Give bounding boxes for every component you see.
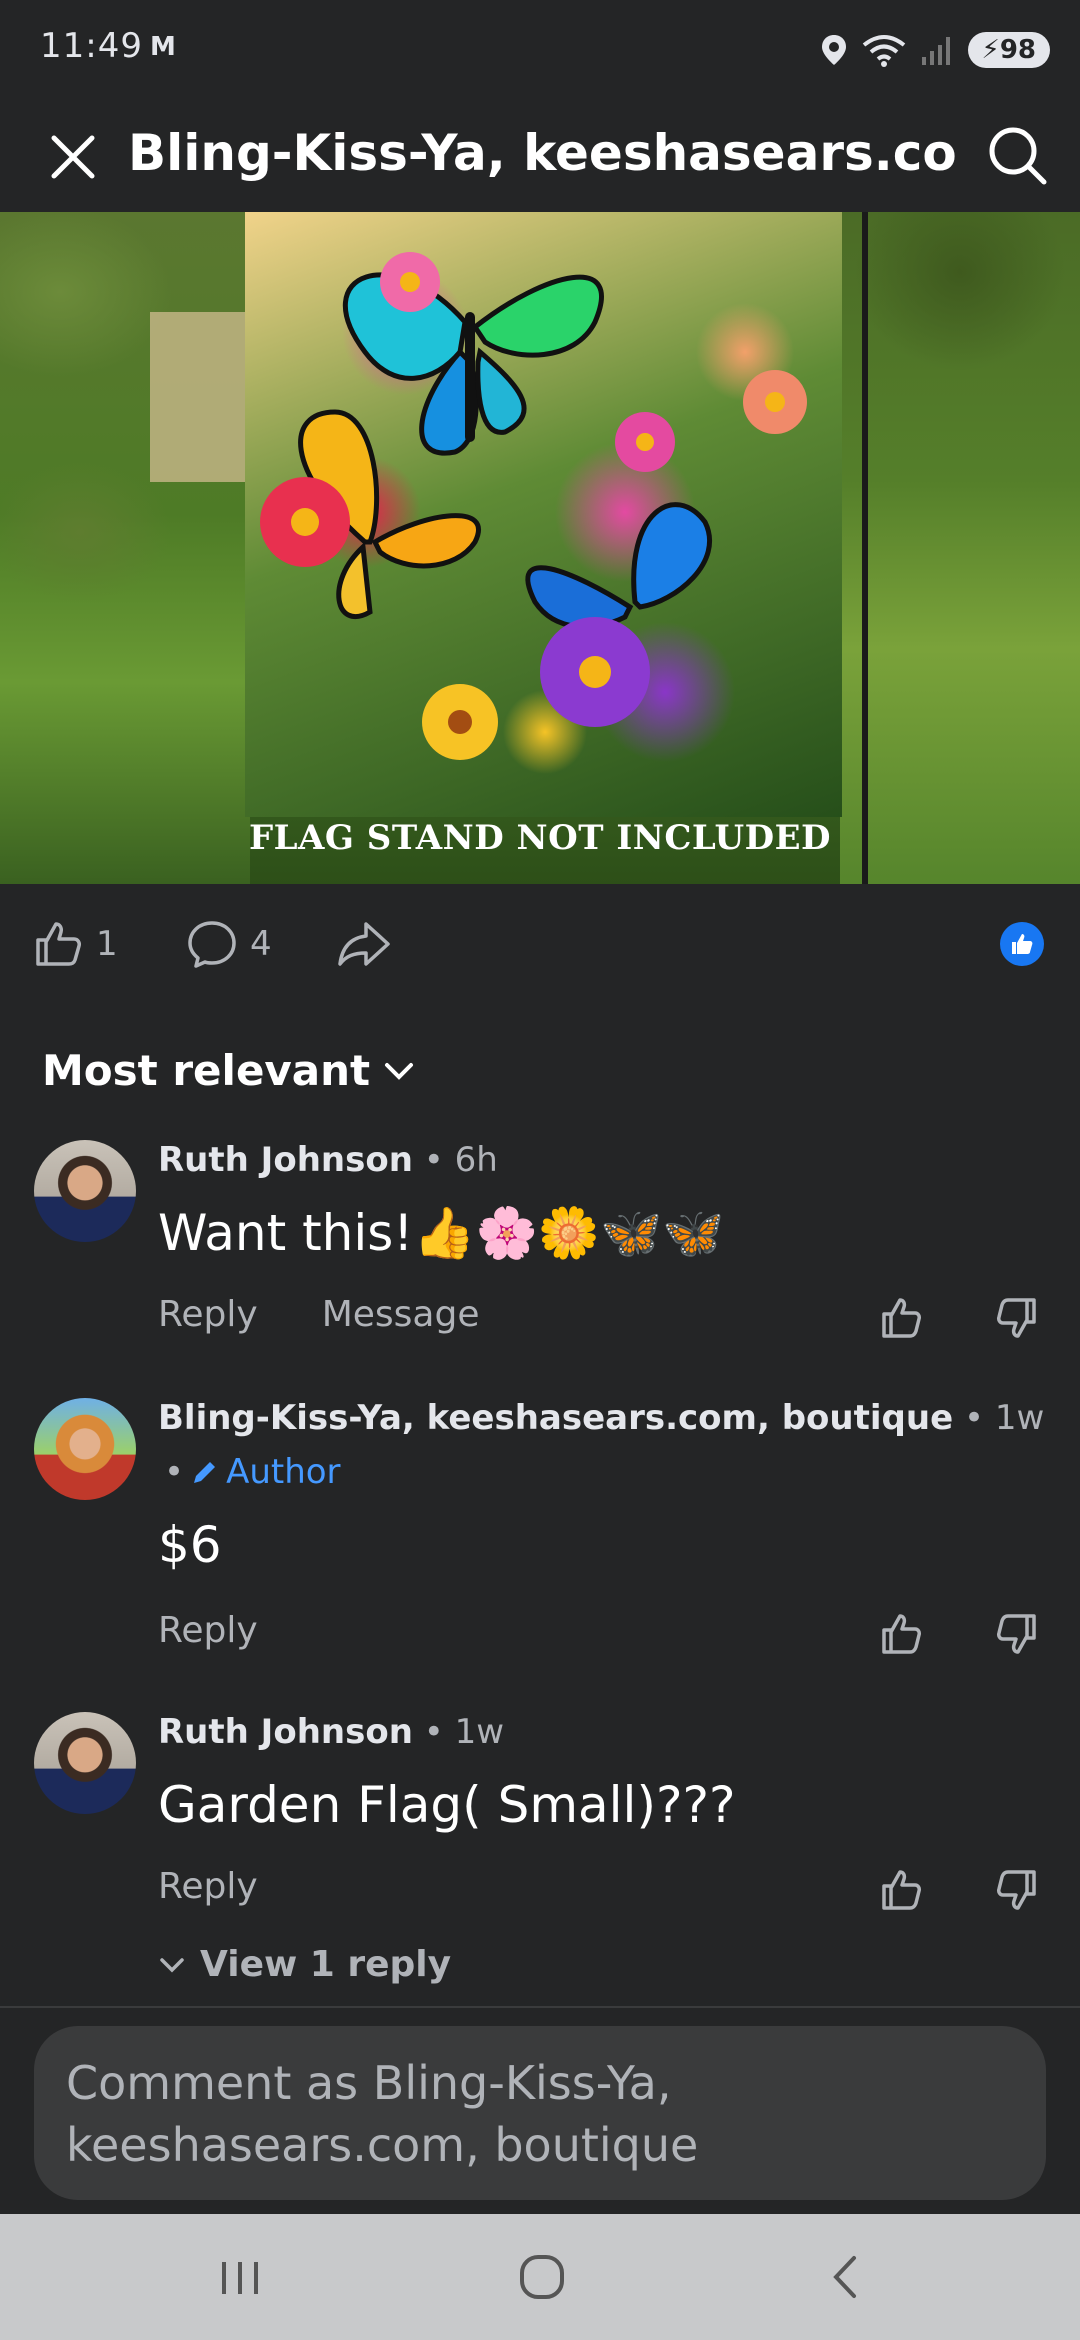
sort-dropdown[interactable]: Most relevant	[42, 1046, 416, 1095]
status-time: 11:49	[40, 26, 143, 66]
battery-icon: ⚡	[981, 35, 1000, 65]
separator-dot: •	[963, 1398, 995, 1438]
comment-text: $6	[158, 1516, 222, 1574]
commenter-name[interactable]: Ruth Johnson	[158, 1140, 413, 1180]
separator-dot: •	[423, 1140, 455, 1180]
thumbs-down-icon[interactable]	[994, 1296, 1038, 1340]
avatar[interactable]	[34, 1140, 136, 1242]
wifi-icon	[862, 35, 905, 67]
butterfly-blue-green	[342, 272, 604, 456]
recent-apps-icon[interactable]	[210, 2252, 270, 2302]
close-icon[interactable]	[46, 130, 100, 184]
share-button[interactable]	[336, 914, 392, 974]
like-icon	[36, 922, 81, 966]
like-button[interactable]: 1	[32, 914, 118, 974]
garden-house	[150, 312, 250, 482]
thumbs-up-icon[interactable]	[880, 1612, 924, 1656]
separator-dot: •	[423, 1712, 455, 1752]
thumbs-down-icon[interactable]	[994, 1868, 1038, 1912]
back-icon[interactable]	[816, 2252, 876, 2302]
status-bar: 11:49 M ⚡ 98	[0, 0, 1080, 100]
view-replies-button[interactable]: View 1 reply	[158, 1944, 451, 1985]
comment-time[interactable]: 1w	[995, 1398, 1044, 1438]
home-icon[interactable]	[512, 2252, 572, 2302]
comment-text: Garden Flag( Small)???	[158, 1776, 736, 1834]
commenter-name[interactable]: Ruth Johnson	[158, 1712, 413, 1752]
avatar[interactable]	[34, 1398, 136, 1500]
message-button[interactable]: Message	[322, 1294, 480, 1335]
thumbs-up-icon	[1012, 934, 1033, 954]
reply-button[interactable]: Reply	[158, 1866, 258, 1907]
comment-count: 4	[250, 924, 272, 964]
comment-text: Want this!👍🌸🌼🦋🦋	[158, 1204, 725, 1262]
chevron-down-icon	[160, 1957, 184, 1972]
reply-button[interactable]: Reply	[158, 1610, 258, 1651]
battery-level: 98	[999, 35, 1036, 65]
chevron-down-icon	[385, 1062, 414, 1080]
reaction-bar: 1 4	[0, 884, 1080, 1004]
image-caption: FLAG STAND NOT INCLUDED	[248, 818, 832, 858]
like-count: 1	[96, 924, 118, 964]
comment-time[interactable]: 6h	[455, 1140, 498, 1180]
page-title: Bling-Kiss-Ya, keeshasears.com,...	[128, 124, 958, 182]
signal-icon	[921, 37, 950, 65]
author-badge: • Author	[164, 1452, 341, 1492]
battery-indicator: ⚡ 98	[967, 32, 1050, 68]
share-icon	[338, 922, 390, 966]
comment-button[interactable]: 4	[186, 914, 272, 974]
comment-header: Ruth Johnson • 1w	[158, 1712, 504, 1752]
search-icon[interactable]	[984, 122, 1050, 188]
pencil-icon	[194, 1462, 216, 1483]
system-nav-bar	[0, 2214, 1080, 2340]
like-reaction-badge[interactable]	[1000, 922, 1044, 966]
sort-label: Most relevant	[42, 1046, 371, 1095]
comment-input[interactable]: Comment as Bling-Kiss-Ya, keeshasears.co…	[34, 2026, 1046, 2200]
carrier-icon: M	[150, 32, 176, 62]
comment-time[interactable]: 1w	[455, 1712, 504, 1752]
status-indicators: ⚡ 98	[820, 30, 1050, 70]
garden-flag	[245, 212, 842, 817]
comment-icon	[188, 921, 236, 968]
comment-actions: Reply	[158, 1610, 258, 1651]
header: Bling-Kiss-Ya, keeshasears.com,...	[0, 100, 1080, 212]
garden-background-right	[840, 212, 1080, 884]
comment-header: Bling-Kiss-Ya, keeshasears.com, boutique…	[158, 1398, 1044, 1438]
butterfly-art	[260, 252, 807, 760]
butterfly-blue	[525, 502, 713, 630]
commenter-name[interactable]: Bling-Kiss-Ya, keeshasears.com, boutique	[158, 1398, 953, 1438]
author-label: Author	[226, 1452, 341, 1492]
thumbs-up-icon[interactable]	[880, 1868, 924, 1912]
separator-dot: •	[164, 1452, 185, 1492]
avatar[interactable]	[34, 1712, 136, 1814]
thumbs-up-icon[interactable]	[880, 1296, 924, 1340]
view-replies-label: View 1 reply	[200, 1944, 452, 1985]
reply-button[interactable]: Reply	[158, 1294, 258, 1335]
comment-actions: Reply	[158, 1866, 258, 1907]
location-icon	[821, 35, 846, 65]
comment-actions: Reply Message	[158, 1294, 479, 1335]
post-image[interactable]: FLAG STAND NOT INCLUDED	[0, 212, 1080, 884]
thumbs-down-icon[interactable]	[994, 1612, 1038, 1656]
comment-composer-bar: Comment as Bling-Kiss-Ya, keeshasears.co…	[0, 2006, 1080, 2214]
flag-pole	[862, 212, 868, 884]
comment-header: Ruth Johnson • 6h	[158, 1140, 498, 1180]
